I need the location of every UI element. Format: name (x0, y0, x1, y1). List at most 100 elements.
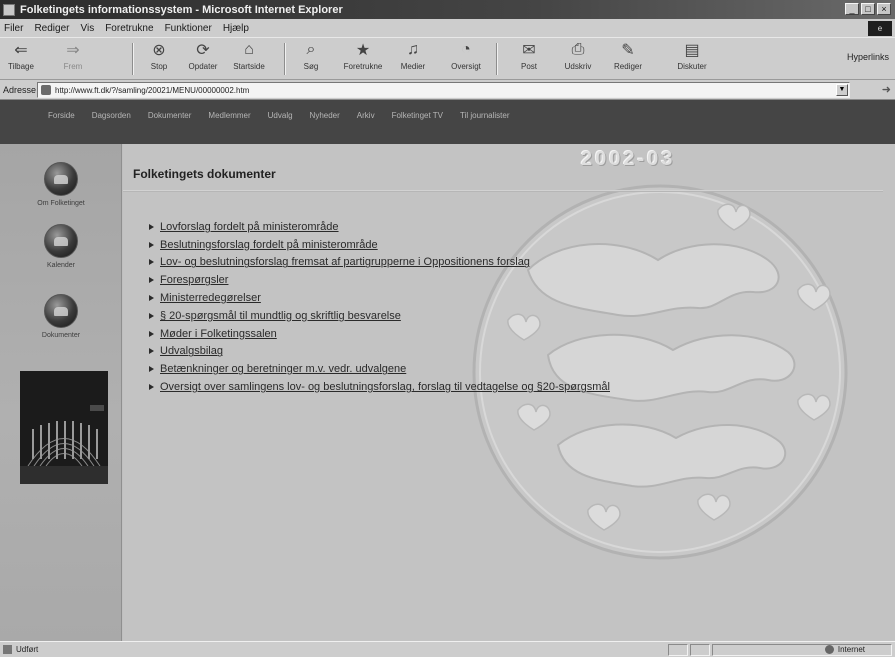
status-bar: Udført Internet (0, 641, 895, 657)
address-url[interactable]: http://www.ft.dk/?/samling/20021/MENU/00… (55, 86, 249, 95)
edit-button[interactable]: ✎ Rediger (610, 40, 646, 78)
mail-button[interactable]: ✉ Post (514, 40, 544, 78)
globe-icon (824, 645, 834, 654)
home-icon: ⌂ (244, 41, 254, 58)
menu-help[interactable]: Hjælp (223, 23, 249, 34)
stop-button[interactable]: ⊗ Stop (144, 40, 174, 78)
media-icon: ♫ (407, 41, 419, 58)
sidebar-item-label: Dokumenter (41, 332, 81, 339)
menu-tools[interactable]: Funktioner (165, 23, 212, 34)
minimize-button[interactable]: _ (845, 3, 859, 15)
list-item: Forespørgsler (149, 271, 610, 289)
menu-favorites[interactable]: Foretrukne (105, 23, 153, 34)
sidebar-item-om-folketinget[interactable]: Om Folketinget (0, 162, 122, 207)
status-pane (690, 644, 710, 656)
window-title: Folketingets informationssystem - Micros… (20, 3, 343, 16)
status-text: Udført (16, 645, 39, 654)
menu-bar: Filer Rediger Vis Foretrukne Funktioner … (0, 19, 895, 38)
back-button[interactable]: ⇐ Tilbage (4, 40, 38, 78)
back-arrow-icon: ⇐ (14, 42, 28, 59)
bullet-arrow-icon (149, 366, 154, 373)
document-links-list: Lovforslag fordelt på ministerområde Bes… (149, 218, 610, 396)
list-item: § 20-spørgsmål til mundtlig og skriftlig… (149, 307, 610, 325)
menu-file[interactable]: Filer (4, 23, 23, 34)
doc-link[interactable]: Forespørgsler (160, 274, 228, 286)
nav-item-nyheder[interactable]: Nyheder (310, 111, 340, 120)
session-year: 2002-03 (581, 148, 676, 170)
nav-item-udvalg[interactable]: Udvalg (268, 111, 293, 120)
parliament-hall-image (20, 371, 108, 484)
ie-logo-icon (3, 3, 15, 16)
page-done-icon (3, 645, 12, 654)
page-icon (41, 85, 51, 95)
nav-item-arkiv[interactable]: Arkiv (357, 111, 375, 120)
stop-icon: ⊗ (152, 42, 166, 59)
main-area: 2002-03 Folketingets dokumenter Lovforsl… (123, 144, 895, 641)
list-item: Møder i Folketingssalen (149, 325, 610, 343)
documents-icon[interactable] (44, 294, 78, 328)
nav-item-dokumenter[interactable]: Dokumenter (148, 111, 192, 120)
address-input[interactable]: http://www.ft.dk/?/samling/20021/MENU/00… (37, 82, 850, 98)
bullet-arrow-icon (149, 384, 154, 391)
links-label[interactable]: Hyperlinks (847, 52, 889, 62)
bullet-arrow-icon (149, 259, 154, 266)
calendar-icon[interactable] (44, 224, 78, 258)
doc-link[interactable]: Lov- og beslutningsforslag fremsat af pa… (160, 256, 530, 268)
sidebar-item-label: Om Folketinget (37, 200, 85, 207)
toolbar-separator (284, 43, 286, 75)
favorites-icon: ★ (355, 42, 371, 59)
list-item: Ministerredegørelser (149, 289, 610, 307)
doc-link[interactable]: Ministerredegørelser (160, 292, 261, 304)
doc-link[interactable]: Oversigt over samlingens lov- og beslutn… (160, 381, 610, 393)
bullet-arrow-icon (149, 241, 154, 248)
media-button[interactable]: ♫ Medier (398, 40, 428, 78)
sidebar-item-kalender[interactable]: Kalender (0, 224, 122, 269)
menu-edit[interactable]: Rediger (34, 23, 69, 34)
doc-link[interactable]: Beslutningsforslag fordelt på ministerom… (160, 239, 378, 251)
title-bar: Folketingets informationssystem - Micros… (0, 0, 895, 19)
discuss-button[interactable]: ▤ Diskuter (672, 40, 712, 78)
print-button[interactable]: ⎙ Udskriv (560, 40, 596, 78)
bullet-arrow-icon (149, 312, 154, 319)
edit-icon: ✎ (621, 42, 635, 59)
go-arrow-icon[interactable]: ➜ (882, 83, 891, 96)
history-button[interactable]: ◔ Oversigt (446, 40, 486, 78)
print-icon: ⎙ (571, 41, 585, 58)
list-item: Oversigt over samlingens lov- og beslutn… (149, 378, 610, 396)
security-zone: Internet (824, 645, 865, 654)
refresh-button[interactable]: ⟳ Opdater (184, 40, 222, 78)
status-pane (712, 644, 892, 656)
close-button[interactable]: × (877, 3, 891, 15)
windows-logo-icon: e (868, 21, 892, 36)
doc-link[interactable]: Udvalgsbilag (160, 345, 223, 357)
doc-link[interactable]: Møder i Folketingssalen (160, 328, 277, 340)
address-bar: Adresse http://www.ft.dk/?/samling/20021… (0, 80, 895, 100)
maximize-button[interactable]: □ (861, 3, 875, 15)
nav-item-tv[interactable]: Folketinget TV (392, 111, 443, 120)
doc-link[interactable]: Lovforslag fordelt på ministerområde (160, 221, 339, 233)
address-dropdown-icon[interactable]: ▼ (836, 84, 848, 96)
nav-item-journalister[interactable]: Til journalister (460, 111, 510, 120)
doc-link[interactable]: Betænkninger og beretninger m.v. vedr. u… (160, 363, 406, 375)
page-content: Om Folketinget Kalender Dokumenter 2002-… (0, 144, 895, 641)
building-icon[interactable] (44, 162, 78, 196)
search-button[interactable]: ⌕ Søg (298, 40, 324, 78)
bullet-arrow-icon (149, 295, 154, 302)
favorites-button[interactable]: ★ Foretrukne (340, 40, 386, 78)
bullet-arrow-icon (149, 348, 154, 355)
nav-item-forside[interactable]: Forside (48, 111, 75, 120)
menu-view[interactable]: Vis (80, 23, 94, 34)
bullet-arrow-icon (149, 330, 154, 337)
sidebar-item-dokumenter[interactable]: Dokumenter (0, 294, 122, 339)
toolbar-separator (496, 43, 498, 75)
forward-button[interactable]: ⇒ Frem (56, 40, 90, 78)
home-button[interactable]: ⌂ Startside (228, 40, 270, 78)
site-nav-bar: Forside Dagsorden Dokumenter Medlemmer U… (0, 100, 895, 144)
nav-item-medlemmer[interactable]: Medlemmer (208, 111, 250, 120)
doc-link[interactable]: § 20-spørgsmål til mundtlig og skriftlig… (160, 310, 401, 322)
zone-label: Internet (837, 645, 865, 654)
sidebar-item-label: Kalender (46, 262, 76, 269)
nav-item-dagsorden[interactable]: Dagsorden (92, 111, 131, 120)
list-item: Beslutningsforslag fordelt på ministerom… (149, 236, 610, 254)
title-divider (123, 190, 883, 192)
